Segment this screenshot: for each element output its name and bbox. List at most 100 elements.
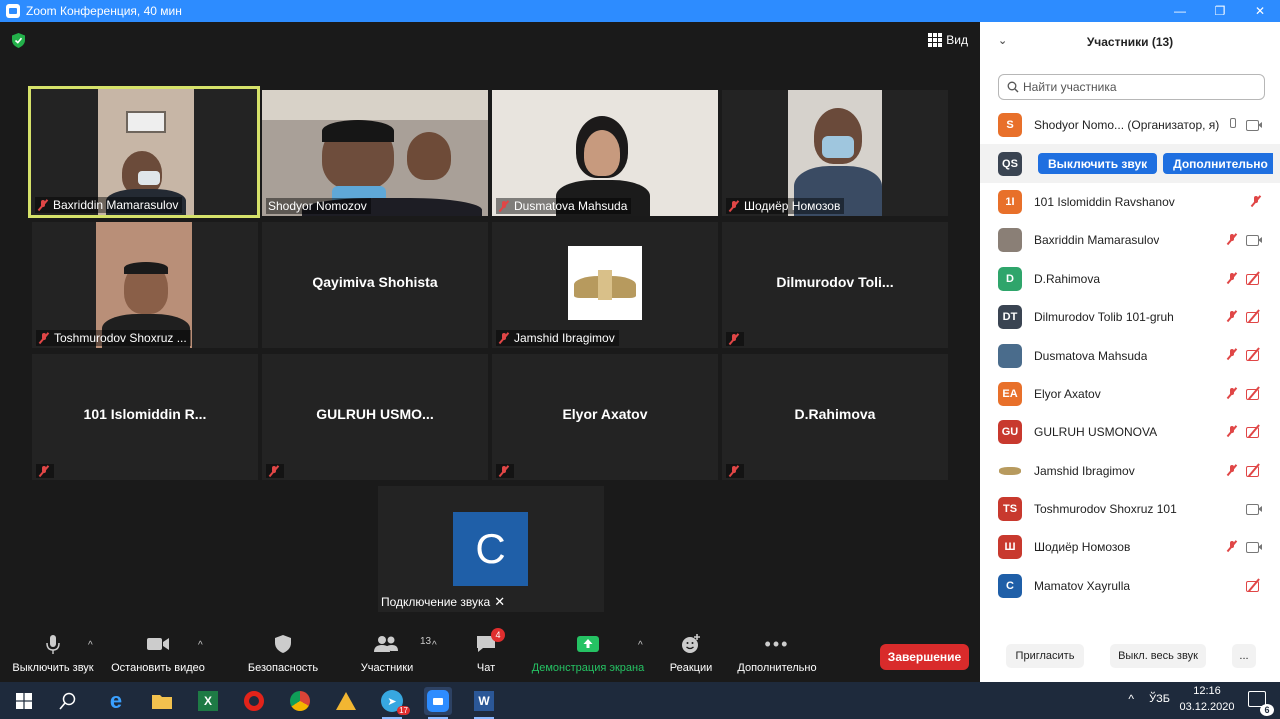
- share-screen-button[interactable]: Демонстрация экрана: [528, 630, 648, 674]
- edge-icon[interactable]: e: [102, 687, 130, 715]
- participant-label: [36, 464, 54, 478]
- camera-icon[interactable]: [1246, 502, 1262, 515]
- more-options-button[interactable]: ...: [1232, 644, 1256, 668]
- list-item[interactable]: 1I 101 Islomiddin Ravshanov: [980, 183, 1280, 221]
- mic-muted-icon[interactable]: [1226, 387, 1238, 399]
- camera-off-icon[interactable]: [1246, 272, 1262, 285]
- name-tile[interactable]: Dilmurodov Toli...: [722, 222, 948, 348]
- participant-label: [266, 464, 284, 478]
- mic-muted-icon[interactable]: [1226, 272, 1238, 284]
- video-tile[interactable]: Toshmurodov Shoxruz ...: [32, 222, 258, 348]
- name-tile[interactable]: 101 Islomiddin R...: [32, 354, 258, 480]
- list-item[interactable]: C Mamatov Xayrulla: [980, 567, 1280, 605]
- video-tile[interactable]: Baxriddin Mamarasulov: [28, 86, 260, 218]
- mic-muted-icon[interactable]: [1226, 425, 1238, 437]
- chrome-icon[interactable]: [286, 687, 314, 715]
- reactions-button[interactable]: Реакции: [666, 630, 716, 674]
- word-icon[interactable]: W: [470, 687, 498, 719]
- camera-off-icon[interactable]: [1246, 348, 1262, 362]
- clock-date[interactable]: 03.12.2020: [1178, 701, 1236, 713]
- mic-muted-icon[interactable]: [1226, 348, 1238, 360]
- camera-off-icon[interactable]: [1246, 579, 1262, 592]
- chevron-up-icon[interactable]: ^: [432, 640, 437, 651]
- mute-all-button[interactable]: Выкл. весь звук: [1110, 644, 1206, 668]
- chat-button[interactable]: 4 Чат: [466, 628, 506, 674]
- view-button[interactable]: Вид: [928, 33, 968, 47]
- mute-participant-button[interactable]: Выключить звук: [1038, 153, 1158, 175]
- list-item[interactable]: GU GULRUH USMONOVA: [980, 413, 1280, 451]
- name-tile[interactable]: Elyor Axatov: [492, 354, 718, 480]
- camera-off-icon[interactable]: [1246, 387, 1262, 400]
- close-icon[interactable]: ✕: [494, 594, 505, 610]
- opera-icon[interactable]: [240, 687, 268, 715]
- mic-muted-icon[interactable]: [1226, 540, 1238, 552]
- chevron-up-icon[interactable]: ^: [1128, 692, 1134, 706]
- list-item[interactable]: S Shodyor Nomo... (Организатор, я): [980, 106, 1280, 144]
- excel-icon[interactable]: X: [194, 687, 222, 715]
- profile-image: [568, 246, 642, 320]
- mute-button[interactable]: Выключить звук: [8, 630, 98, 674]
- camera-off-icon[interactable]: [1246, 310, 1262, 323]
- list-item[interactable]: D D.Rahimova: [980, 260, 1280, 298]
- list-item[interactable]: Ш Шодиёр Номозов: [980, 528, 1280, 566]
- more-button[interactable]: ••• Дополнительно: [732, 630, 822, 675]
- video-tile[interactable]: Dusmatova Mahsuda: [492, 90, 718, 216]
- search-icon: [59, 692, 76, 710]
- list-item[interactable]: DT Dilmurodov Tolib 101-gruh: [980, 298, 1280, 336]
- search-icon: [1007, 81, 1019, 93]
- list-item[interactable]: Baxriddin Mamarasulov: [980, 221, 1280, 259]
- zoom-taskbar-icon[interactable]: [424, 687, 452, 719]
- audio-connect-label: Подключение звука ✕: [381, 594, 506, 610]
- clock-time[interactable]: 12:16: [1178, 685, 1236, 697]
- image-tile[interactable]: Jamshid Ibragimov: [492, 222, 718, 348]
- chevron-up-icon[interactable]: ^: [638, 640, 643, 651]
- mic-muted-icon[interactable]: [1226, 310, 1238, 322]
- video-tile[interactable]: Shodyor Nomozov: [262, 90, 488, 216]
- list-item[interactable]: EA Elyor Axatov: [980, 375, 1280, 413]
- participant-label: Toshmurodov Shoxruz ...: [36, 330, 191, 346]
- avatar: [998, 343, 1022, 368]
- list-item[interactable]: Dusmatova Mahsuda: [980, 336, 1280, 374]
- microphone-icon[interactable]: [1226, 118, 1238, 130]
- mic-muted-icon[interactable]: [1226, 464, 1238, 476]
- folder-icon[interactable]: [148, 687, 176, 715]
- more-options-button[interactable]: Дополнительно: [1163, 153, 1274, 175]
- windows-start-button[interactable]: [10, 687, 38, 715]
- chevron-up-icon[interactable]: ^: [198, 640, 203, 651]
- language-indicator[interactable]: ЎЗБ: [1149, 693, 1170, 705]
- minimize-button[interactable]: —: [1160, 0, 1200, 22]
- stop-video-button[interactable]: Остановить видео: [108, 630, 208, 674]
- shield-icon[interactable]: [12, 33, 25, 48]
- security-button[interactable]: Безопасность: [244, 630, 322, 674]
- app-icon[interactable]: [332, 687, 360, 715]
- close-button[interactable]: ✕: [1240, 0, 1280, 22]
- shield-icon: [275, 635, 291, 653]
- camera-icon[interactable]: [1246, 233, 1262, 247]
- camera-icon[interactable]: [1246, 118, 1262, 131]
- invite-button[interactable]: Пригласить: [1006, 644, 1084, 668]
- video-tile[interactable]: Шодиёр Номозов: [722, 90, 948, 216]
- end-meeting-button[interactable]: Завершение: [880, 644, 969, 670]
- participant-name: D.Rahimova: [794, 406, 876, 422]
- camera-off-icon[interactable]: [1246, 464, 1262, 477]
- chevron-up-icon[interactable]: ^: [88, 640, 93, 651]
- participant-label: Dusmatova Mahsuda: [496, 198, 632, 214]
- name-tile[interactable]: D.Rahimova: [722, 354, 948, 480]
- list-item[interactable]: Jamshid Ibragimov: [980, 452, 1280, 490]
- chevron-down-icon[interactable]: ⌄: [998, 34, 1007, 47]
- telegram-icon[interactable]: ➤ 17: [378, 687, 410, 719]
- mic-muted-icon[interactable]: [1250, 195, 1262, 207]
- search-input[interactable]: Найти участника: [998, 74, 1265, 100]
- list-item[interactable]: QS Выключить звук Дополнительно: [980, 144, 1280, 183]
- camera-icon[interactable]: [1246, 540, 1262, 554]
- list-item[interactable]: TS Toshmurodov Shoxruz 101: [980, 490, 1280, 528]
- name-tile[interactable]: GULRUH USMO...: [262, 354, 488, 480]
- camera-off-icon[interactable]: [1246, 425, 1262, 439]
- name-tile[interactable]: Qayimiva Shohista: [262, 222, 488, 348]
- maximize-button[interactable]: ❐: [1200, 0, 1240, 22]
- participants-button[interactable]: 13 Участники: [356, 630, 431, 674]
- search-button[interactable]: [54, 687, 82, 715]
- mic-muted-icon[interactable]: [1226, 233, 1238, 245]
- audio-tile[interactable]: C Подключение звука ✕: [378, 486, 604, 612]
- mic-muted-icon: [268, 465, 280, 477]
